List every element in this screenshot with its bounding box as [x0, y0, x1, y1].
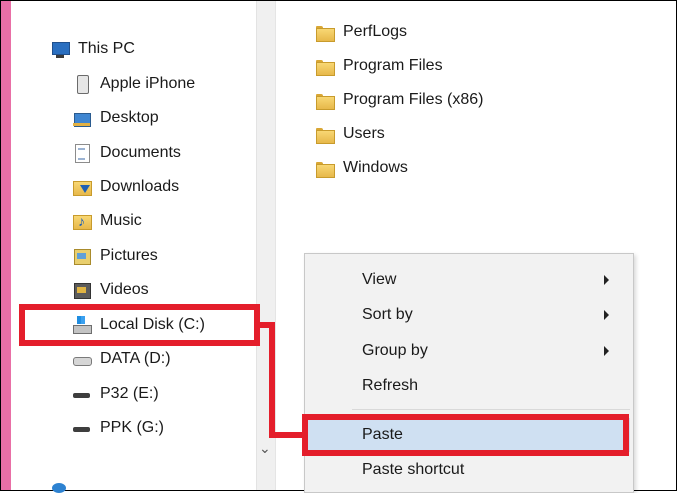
nav-item-downloads[interactable]: Downloads — [73, 173, 179, 201]
pictures-icon — [73, 247, 91, 265]
folder-icon — [316, 23, 335, 42]
nav-item-pictures[interactable]: Pictures — [73, 242, 158, 270]
menu-item-label: Refresh — [362, 377, 419, 394]
nav-item-label: Apple iPhone — [100, 75, 196, 92]
nav-item-label: Desktop — [100, 109, 159, 126]
usb-drive-icon — [73, 385, 91, 403]
folder-icon — [316, 125, 335, 144]
menu-item-refresh[interactable]: Refresh — [306, 369, 630, 403]
submenu-arrow-icon — [604, 346, 609, 356]
desktop-icon — [73, 109, 91, 127]
pane-divider[interactable] — [275, 1, 276, 490]
nav-item-p32-e[interactable]: P32 (E:) — [73, 380, 159, 408]
nav-item-label: Pictures — [100, 247, 158, 264]
menu-separator — [352, 409, 630, 410]
highlight-box-local-disk — [19, 304, 260, 346]
file-item-label: Program Files (x86) — [343, 91, 484, 108]
downloads-icon — [73, 178, 92, 196]
menu-item-group-by[interactable]: Group by — [306, 334, 630, 368]
phone-icon — [73, 75, 91, 94]
nav-item-data-d[interactable]: DATA (D:) — [73, 345, 171, 373]
nav-item-documents[interactable]: Documents — [73, 139, 181, 167]
nav-item-apple-iphone[interactable]: Apple iPhone — [73, 70, 195, 98]
scroll-down-arrow-icon[interactable]: ⌄ — [259, 440, 271, 457]
file-item-program-files[interactable]: Program Files — [316, 51, 443, 81]
nav-item-label: Downloads — [100, 178, 180, 195]
menu-item-label: Paste shortcut — [362, 461, 465, 478]
documents-icon — [73, 144, 91, 163]
file-item-perflogs[interactable]: PerfLogs — [316, 17, 407, 47]
videos-icon — [73, 281, 91, 299]
nav-item-label: Music — [100, 212, 142, 229]
menu-item-paste-shortcut[interactable]: Paste shortcut — [306, 453, 630, 487]
side-accent-bar — [1, 1, 11, 490]
network-icon — [52, 481, 70, 493]
menu-item-label: Sort by — [362, 306, 413, 323]
nav-item-label: This PC — [78, 40, 135, 57]
file-item-label: Program Files — [343, 57, 443, 74]
music-icon — [73, 212, 92, 230]
nav-item-label: DATA (D:) — [100, 350, 171, 367]
file-item-users[interactable]: Users — [316, 119, 385, 149]
folder-icon — [316, 159, 335, 178]
connector-line — [269, 322, 275, 438]
menu-item-label: View — [362, 271, 397, 288]
nav-item-videos[interactable]: Videos — [73, 276, 149, 304]
usb-drive-icon — [73, 419, 91, 437]
file-item-program-files-x86[interactable]: Program Files (x86) — [316, 85, 483, 115]
nav-item-label: Videos — [100, 281, 149, 298]
nav-item-desktop[interactable]: Desktop — [73, 104, 159, 132]
submenu-arrow-icon — [604, 310, 609, 320]
context-menu: View Sort by Group by Refresh Paste Past… — [304, 253, 634, 493]
nav-item-label: P32 (E:) — [100, 385, 159, 402]
menu-item-view[interactable]: View — [306, 263, 630, 297]
menu-item-label: Group by — [362, 342, 428, 359]
folder-icon — [316, 91, 335, 110]
navigation-pane: This PC Apple iPhone Desktop Documents D… — [11, 1, 274, 490]
file-item-label: Windows — [343, 159, 408, 176]
file-item-label: Users — [343, 125, 385, 142]
nav-item-this-pc[interactable]: This PC — [51, 35, 135, 63]
nav-item-label: Documents — [100, 144, 181, 161]
file-item-label: PerfLogs — [343, 23, 408, 40]
drive-icon — [73, 350, 92, 368]
file-item-windows[interactable]: Windows — [316, 153, 408, 183]
menu-item-sort-by[interactable]: Sort by — [306, 298, 630, 332]
nav-item-music[interactable]: Music — [73, 207, 142, 235]
submenu-arrow-icon — [604, 275, 609, 285]
highlight-box-paste — [302, 414, 629, 456]
nav-item-label: PPK (G:) — [100, 419, 165, 436]
nav-item-ppk-g[interactable]: PPK (G:) — [73, 414, 164, 442]
computer-icon — [51, 40, 70, 58]
folder-icon — [316, 57, 335, 76]
